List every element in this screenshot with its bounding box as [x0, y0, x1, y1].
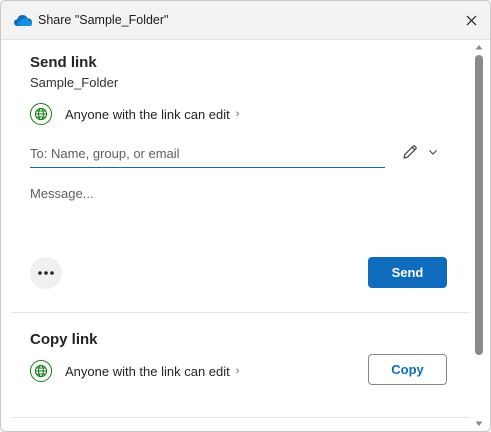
copy-link-permission-text: Anyone with the link can edit: [65, 363, 230, 379]
recipient-input[interactable]: [30, 141, 385, 168]
send-link-permission-setting[interactable]: Anyone with the link can edit ›: [30, 103, 239, 125]
dialog-content: Send link Sample_Folder Anyone with the …: [1, 40, 490, 431]
window-title: Share "Sample_Folder": [38, 13, 169, 27]
copy-link-permission-setting[interactable]: Anyone with the link can edit ›: [30, 360, 239, 382]
chevron-right-icon: ›: [235, 365, 240, 377]
send-link-heading: Send link: [30, 54, 97, 71]
section-divider: [11, 417, 470, 418]
scrollbar-thumb[interactable]: [475, 55, 483, 355]
more-horizontal-icon: [38, 271, 54, 275]
close-button[interactable]: [458, 7, 484, 33]
copy-link-heading: Copy link: [30, 331, 98, 348]
more-options-button[interactable]: [30, 257, 62, 289]
onedrive-cloud-icon: [13, 13, 33, 27]
close-icon: [466, 15, 476, 25]
message-input[interactable]: [30, 186, 450, 240]
share-dialog: Share "Sample_Folder" Send link Sample_F…: [0, 0, 491, 432]
chevron-right-icon: ›: [235, 108, 240, 120]
send-button[interactable]: Send: [368, 257, 447, 288]
chevron-down-icon: [429, 150, 437, 155]
shared-item-name: Sample_Folder: [30, 75, 119, 90]
vertical-scrollbar[interactable]: [473, 40, 485, 431]
pencil-icon: [403, 145, 417, 159]
recipient-permission-dropdown[interactable]: [401, 141, 443, 163]
title-bar: Share "Sample_Folder": [1, 1, 490, 40]
send-link-permission-text: Anyone with the link can edit: [65, 106, 230, 122]
copy-button[interactable]: Copy: [368, 354, 447, 385]
scroll-down-icon[interactable]: [475, 420, 483, 428]
scroll-up-icon[interactable]: [475, 43, 483, 51]
section-divider: [11, 312, 470, 313]
globe-icon: [30, 360, 52, 382]
globe-icon: [30, 103, 52, 125]
